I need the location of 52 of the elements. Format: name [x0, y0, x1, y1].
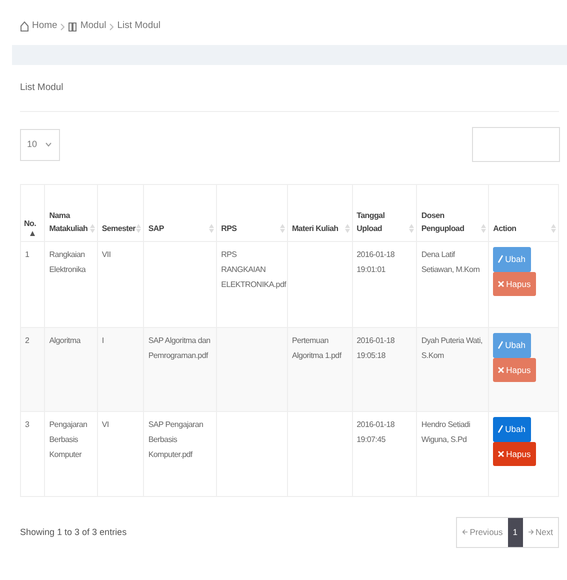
delete-button[interactable]: Hapus [493, 358, 536, 382]
column-header[interactable]: Materi Kuliah [292, 223, 342, 236]
table-cell: 2 [25, 336, 30, 345]
breadcrumb-item[interactable]: Home [32, 19, 58, 34]
table-cell: Algoritma [49, 336, 80, 345]
table-cell: VII [102, 250, 111, 259]
table-cell: Pertemuan Algoritma 1.pdf [292, 336, 342, 360]
breadcrumb-item: List Modul [117, 19, 161, 34]
column-header[interactable]: RPS [221, 223, 277, 236]
table-cell: Dyah Puteria Wati, S.Kom [421, 336, 482, 360]
table-cell: 3 [25, 420, 30, 429]
pencil-icon [498, 425, 504, 434]
table-cell: VI [102, 420, 109, 429]
table-cell: 2016-01-18 19:07:45 [356, 420, 395, 444]
arrow-left-icon [462, 529, 468, 536]
close-icon [498, 366, 504, 373]
entries-info: Showing 1 to 3 of 3 entries [20, 526, 127, 539]
close-icon [498, 450, 504, 457]
pencil-icon [498, 341, 504, 350]
column-header[interactable]: No. [24, 218, 42, 231]
length-select[interactable]: 10 [20, 128, 60, 160]
arrow-right-icon [528, 529, 534, 536]
card-title: List Modul [20, 80, 64, 95]
table-cell: 2016-01-18 19:05:18 [356, 336, 395, 360]
column-header[interactable]: Semester [102, 223, 134, 236]
edit-button[interactable]: Ubah [493, 417, 530, 442]
table-cell: SAP Algoritma dan Pemrograman.pdf [148, 336, 210, 360]
breadcrumb-item[interactable]: Modul [80, 19, 106, 34]
close-icon [498, 280, 504, 287]
column-header[interactable]: Action [493, 223, 548, 236]
table-cell: Pengajaran Berbasis Komputer [49, 420, 88, 460]
edit-button[interactable]: Ubah [493, 333, 530, 358]
book-icon [68, 22, 78, 32]
pagination-button[interactable]: 1 [508, 518, 523, 547]
delete-button[interactable]: Hapus [493, 272, 536, 296]
table-cell: 2016-01-18 19:01:01 [356, 250, 395, 274]
chevron-icon [60, 22, 66, 30]
pencil-icon [498, 255, 504, 264]
caret-icon [45, 142, 52, 147]
table-cell: SAP Pengajaran Berbasis Komputer.pdf [148, 420, 204, 460]
edit-button[interactable]: Ubah [493, 247, 530, 272]
home-icon [20, 21, 29, 32]
table-cell: 1 [25, 250, 30, 259]
table-cell: I [102, 336, 104, 345]
table-cell: Dena Latif Setiawan, M.Kom [421, 250, 480, 274]
column-header[interactable]: SAP [148, 223, 206, 236]
table-cell: Hendro Setiadi Wiguna, S.Pd [421, 420, 470, 444]
table-cell: RPS RANGKAIAN ELEKTRONIKA.pdf [221, 250, 286, 290]
chevron-icon [109, 22, 114, 30]
search-field[interactable] [472, 127, 560, 162]
table-cell: Rangkaian Elektronika [49, 250, 86, 274]
delete-button[interactable]: Hapus [493, 442, 536, 466]
